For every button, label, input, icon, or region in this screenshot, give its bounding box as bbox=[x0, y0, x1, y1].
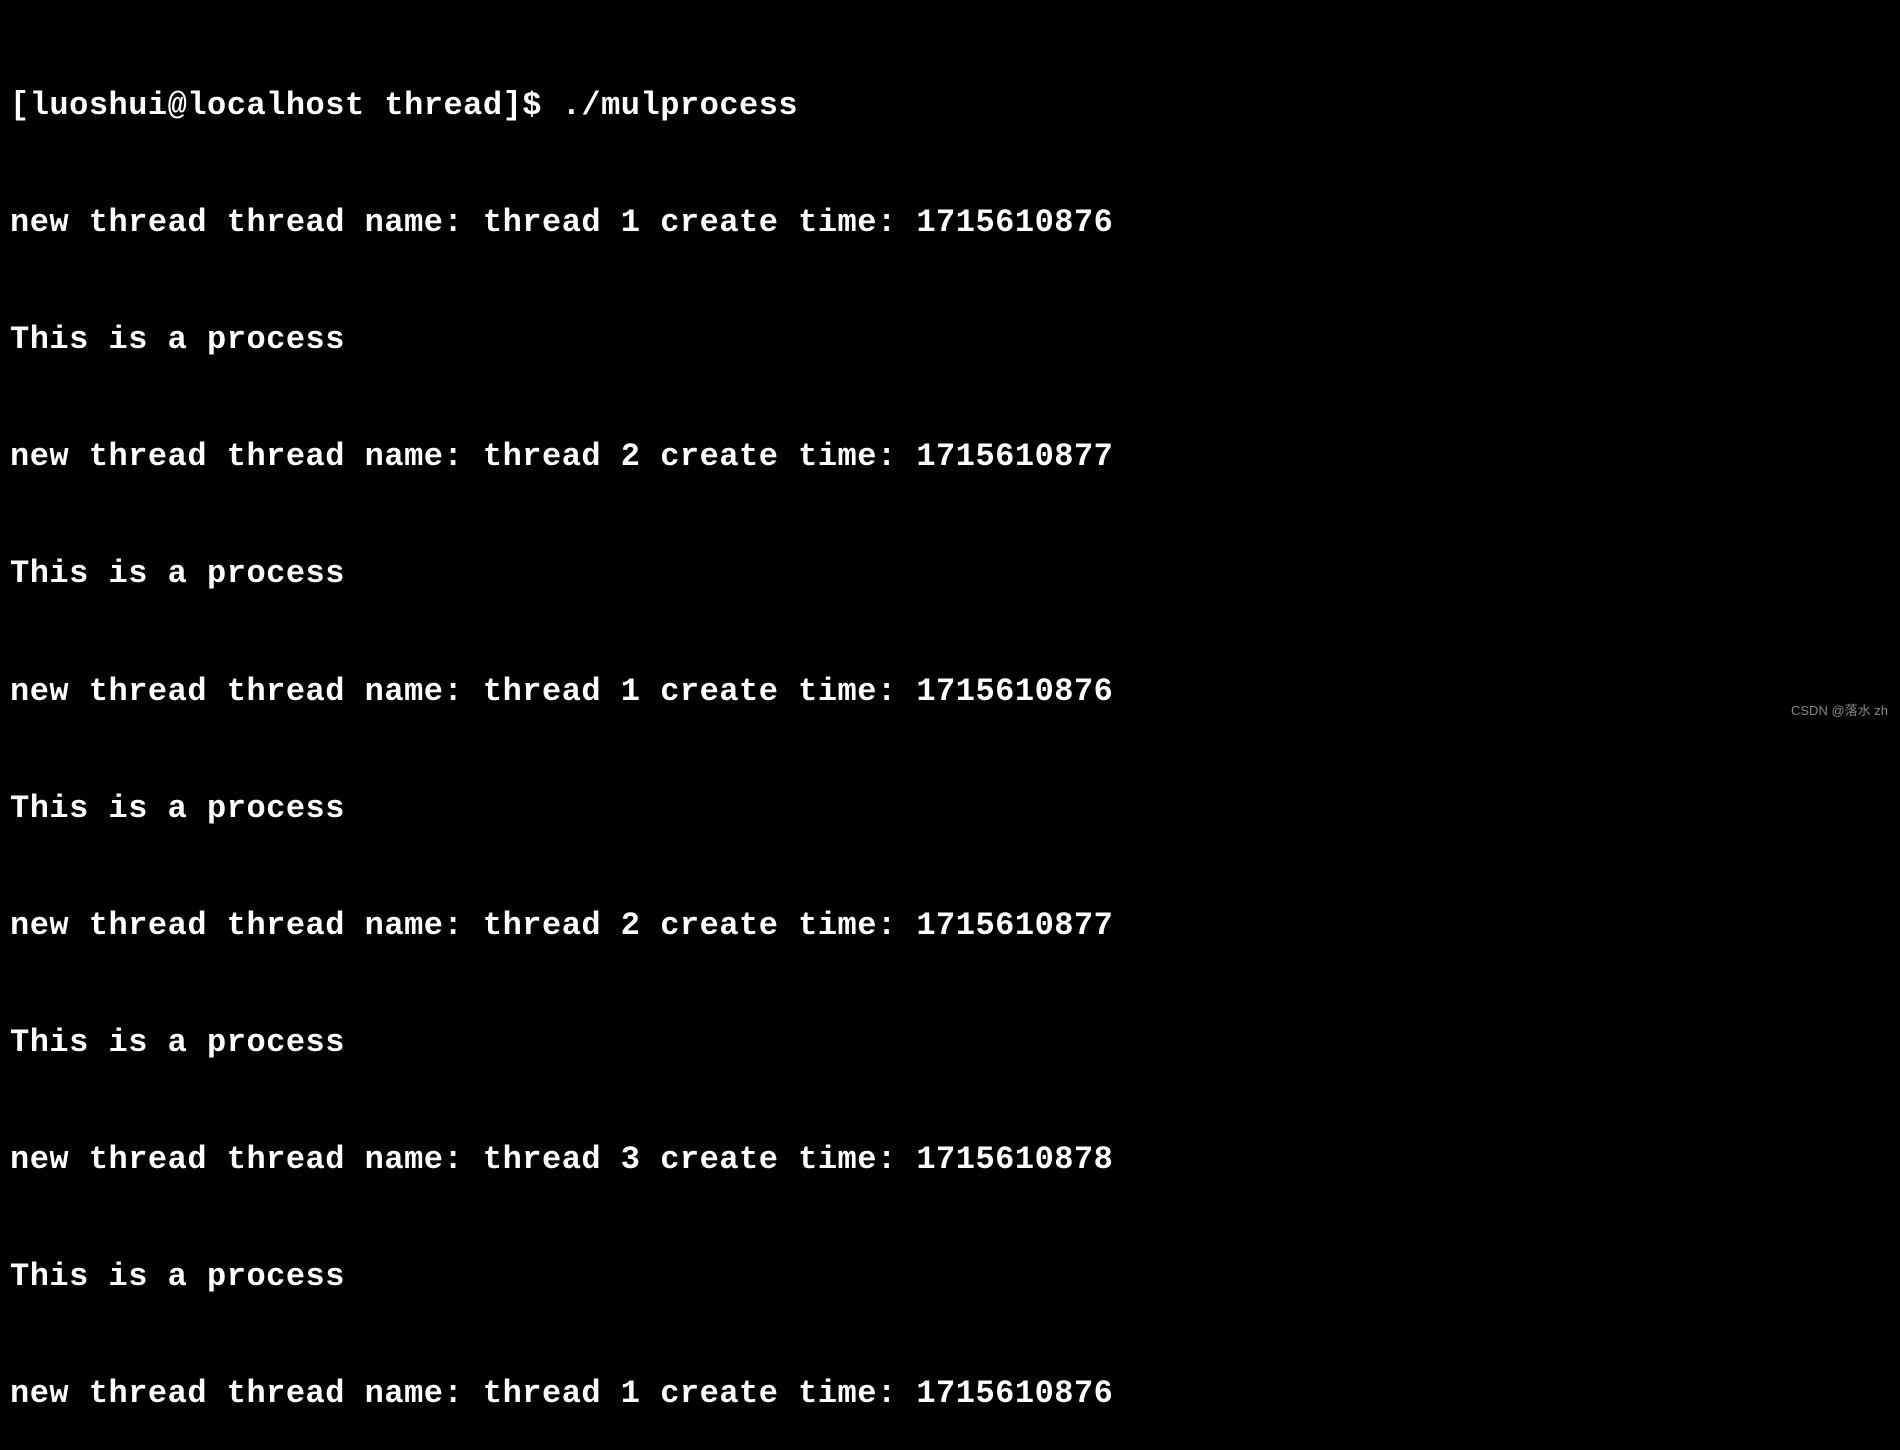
output-line: new thread thread name: thread 1 create … bbox=[10, 203, 1890, 242]
shell-command: ./mulprocess bbox=[562, 87, 798, 124]
terminal-output[interactable]: [luoshui@localhost thread]$ ./mulprocess… bbox=[10, 8, 1890, 1450]
output-line: This is a process bbox=[10, 554, 1890, 593]
output-line: new thread thread name: thread 2 create … bbox=[10, 906, 1890, 945]
output-line: new thread thread name: thread 1 create … bbox=[10, 672, 1890, 711]
output-line: This is a process bbox=[10, 1023, 1890, 1062]
watermark-text: CSDN @落水 zh bbox=[1791, 703, 1888, 719]
shell-prompt: [luoshui@localhost thread]$ bbox=[10, 87, 562, 124]
terminal-prompt-line: [luoshui@localhost thread]$ ./mulprocess bbox=[10, 86, 1890, 125]
output-line: This is a process bbox=[10, 1257, 1890, 1296]
output-line: This is a process bbox=[10, 789, 1890, 828]
output-line: new thread thread name: thread 1 create … bbox=[10, 1374, 1890, 1413]
output-line: new thread thread name: thread 2 create … bbox=[10, 437, 1890, 476]
output-line: new thread thread name: thread 3 create … bbox=[10, 1140, 1890, 1179]
output-line: This is a process bbox=[10, 320, 1890, 359]
